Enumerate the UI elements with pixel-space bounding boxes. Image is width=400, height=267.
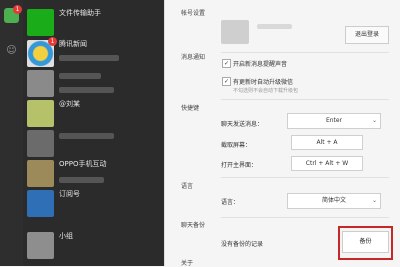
list-item-title: 小组 (59, 232, 73, 240)
contacts-icon[interactable]: ☺ (5, 44, 18, 57)
rail-unread-badge: 1 (13, 5, 22, 14)
list-item[interactable]: 小组 (23, 225, 164, 265)
screenshot-shortcut-label: 截取屏幕： (221, 142, 252, 149)
message-preview (59, 55, 119, 61)
auto-update-checkbox[interactable]: ✓ (222, 77, 231, 86)
divider (221, 217, 389, 218)
wechat-window: 1 ☺ 文件传输助手 1 腾讯新闻 @刘某 OPPO手机互动 订阅号 小组 帐号… (0, 0, 400, 267)
chevron-down-icon: ⌄ (371, 197, 377, 204)
settings-panel: 帐号设置 退出登录 消息通知 ✓ 开启新消息提醒声音 ✓ 有更新时自动升级微信 … (165, 0, 400, 267)
open-shortcut-label: 打开主界面： (221, 162, 258, 169)
profile-avatar (221, 20, 249, 44)
send-shortcut-value: Enter (325, 117, 343, 124)
list-item-title: 腾讯新闻 (59, 40, 87, 48)
notify-sound-label: 开启新消息提醒声音 (233, 61, 288, 68)
avatar (27, 232, 54, 259)
logout-button[interactable]: 退出登录 (345, 26, 389, 44)
chat-list: 文件传输助手 1 腾讯新闻 @刘某 OPPO手机互动 订阅号 小组 (23, 0, 164, 266)
notify-sound-checkbox[interactable]: ✓ (222, 59, 231, 68)
backup-status: 没有备份的记录 (221, 241, 264, 248)
backup-highlight-box (338, 226, 393, 260)
send-shortcut-label: 聊天发送消息： (221, 121, 264, 128)
subscription-icon (27, 190, 54, 217)
screenshot-shortcut-field[interactable]: Alt + A (291, 135, 363, 150)
list-item-title: 文件传输助手 (59, 9, 101, 17)
auto-update-label: 有更新时自动升级微信 (233, 79, 294, 86)
file-transfer-icon (27, 9, 54, 36)
send-shortcut-select[interactable]: Enter ⌄ (287, 113, 381, 129)
shortcut-section-label: 快捷键 (181, 105, 200, 112)
list-item-title: 订阅号 (59, 190, 80, 198)
divider (221, 99, 389, 100)
list-item-title: OPPO手机互动 (59, 160, 107, 168)
list-item-title (59, 73, 101, 79)
auto-update-note: 不勾选则不会自动下载升级包 (233, 88, 299, 94)
left-rail: 1 ☺ (0, 0, 23, 266)
unread-badge: 1 (48, 37, 57, 46)
open-shortcut-field[interactable]: Ctrl + Alt + W (291, 156, 363, 171)
notify-section-label: 消息通知 (181, 54, 206, 61)
chevron-down-icon: ⌄ (371, 117, 377, 124)
divider (221, 177, 389, 178)
list-item-title: @刘某 (59, 100, 80, 108)
account-section-label: 帐号设置 (181, 10, 206, 17)
language-value: 简体中文 (321, 197, 346, 204)
list-item-title (59, 133, 114, 139)
list-item[interactable]: 订阅号 (23, 183, 164, 223)
backup-section-label: 聊天备份 (181, 222, 206, 229)
language-section-label: 语言 (181, 183, 194, 190)
language-label: 语言： (221, 199, 240, 206)
profile-name (257, 24, 292, 29)
divider (221, 52, 389, 53)
language-select[interactable]: 简体中文 ⌄ (287, 193, 381, 209)
